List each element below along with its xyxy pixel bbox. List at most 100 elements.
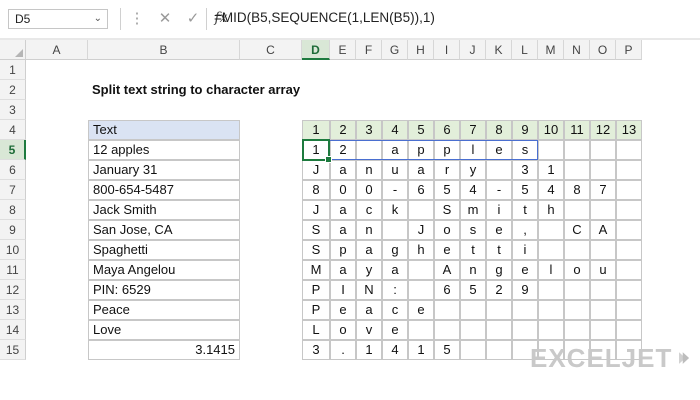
- output-cell[interactable]: S: [434, 200, 460, 220]
- output-cell[interactable]: 5: [434, 340, 460, 360]
- output-cell[interactable]: [564, 280, 590, 300]
- output-cell[interactable]: M: [302, 260, 330, 280]
- text-table-cell[interactable]: January 31: [88, 160, 240, 180]
- output-cell[interactable]: [408, 200, 434, 220]
- output-cell[interactable]: [616, 160, 642, 180]
- output-cell[interactable]: N: [356, 280, 382, 300]
- output-cell[interactable]: s: [512, 140, 538, 160]
- output-cell[interactable]: 8: [564, 180, 590, 200]
- output-header-cell[interactable]: 1: [302, 120, 330, 140]
- output-cell[interactable]: C: [564, 220, 590, 240]
- output-cell[interactable]: [590, 300, 616, 320]
- output-cell[interactable]: [616, 280, 642, 300]
- output-cell[interactable]: [564, 140, 590, 160]
- output-header-cell[interactable]: 2: [330, 120, 356, 140]
- row-header-3[interactable]: 3: [0, 100, 26, 120]
- output-cell[interactable]: [616, 320, 642, 340]
- output-header-cell[interactable]: 6: [434, 120, 460, 140]
- cancel-icon[interactable]: ✕: [156, 9, 174, 27]
- text-table-cell[interactable]: 800-654-5487: [88, 180, 240, 200]
- output-cell[interactable]: l: [460, 140, 486, 160]
- output-cell[interactable]: s: [460, 220, 486, 240]
- output-cell[interactable]: [460, 300, 486, 320]
- output-cell[interactable]: o: [564, 260, 590, 280]
- output-cell[interactable]: e: [382, 320, 408, 340]
- output-cell[interactable]: 1: [408, 340, 434, 360]
- output-cell[interactable]: n: [460, 260, 486, 280]
- output-header-cell[interactable]: 12: [590, 120, 616, 140]
- row-header-13[interactable]: 13: [0, 300, 26, 320]
- output-cell[interactable]: 3: [512, 160, 538, 180]
- column-header-h[interactable]: H: [408, 40, 434, 60]
- output-cell[interactable]: S: [302, 220, 330, 240]
- output-cell[interactable]: [590, 140, 616, 160]
- output-cell[interactable]: [486, 160, 512, 180]
- enter-check-icon[interactable]: ✓: [184, 9, 202, 27]
- column-header-f[interactable]: F: [356, 40, 382, 60]
- output-cell[interactable]: 2: [486, 280, 512, 300]
- output-cell[interactable]: [538, 300, 564, 320]
- output-header-cell[interactable]: 3: [356, 120, 382, 140]
- output-cell[interactable]: L: [302, 320, 330, 340]
- row-header-8[interactable]: 8: [0, 200, 26, 220]
- output-cell[interactable]: [408, 280, 434, 300]
- output-cell[interactable]: [564, 160, 590, 180]
- output-cell[interactable]: [590, 160, 616, 180]
- row-header-10[interactable]: 10: [0, 240, 26, 260]
- output-cell[interactable]: e: [512, 260, 538, 280]
- column-header-m[interactable]: M: [538, 40, 564, 60]
- output-cell[interactable]: 1: [356, 340, 382, 360]
- output-cell[interactable]: [460, 340, 486, 360]
- select-all-corner[interactable]: [0, 40, 26, 60]
- output-cell[interactable]: [512, 320, 538, 340]
- output-cell[interactable]: y: [356, 260, 382, 280]
- column-header-c[interactable]: C: [240, 40, 302, 60]
- output-cell[interactable]: [486, 340, 512, 360]
- output-cell[interactable]: J: [408, 220, 434, 240]
- output-cell[interactable]: c: [356, 200, 382, 220]
- output-cell[interactable]: p: [434, 140, 460, 160]
- output-cell[interactable]: r: [434, 160, 460, 180]
- output-cell[interactable]: a: [330, 220, 356, 240]
- output-cell[interactable]: 4: [382, 340, 408, 360]
- output-header-cell[interactable]: 7: [460, 120, 486, 140]
- output-cell[interactable]: e: [408, 300, 434, 320]
- output-cell[interactable]: a: [382, 140, 408, 160]
- output-cell[interactable]: ,: [512, 220, 538, 240]
- output-cell[interactable]: v: [356, 320, 382, 340]
- column-header-i[interactable]: I: [434, 40, 460, 60]
- output-cell[interactable]: a: [382, 260, 408, 280]
- column-header-a[interactable]: A: [26, 40, 88, 60]
- row-header-6[interactable]: 6: [0, 160, 26, 180]
- output-cell[interactable]: i: [486, 200, 512, 220]
- output-cell[interactable]: m: [460, 200, 486, 220]
- output-cell[interactable]: [538, 140, 564, 160]
- output-cell[interactable]: [538, 240, 564, 260]
- output-cell[interactable]: [590, 240, 616, 260]
- output-cell[interactable]: [538, 320, 564, 340]
- column-header-b[interactable]: B: [88, 40, 240, 60]
- output-cell[interactable]: A: [590, 220, 616, 240]
- output-cell[interactable]: o: [330, 320, 356, 340]
- output-cell[interactable]: [434, 320, 460, 340]
- output-cell[interactable]: [616, 220, 642, 240]
- output-cell[interactable]: [356, 140, 382, 160]
- output-header-cell[interactable]: 13: [616, 120, 642, 140]
- text-table-cell[interactable]: Jack Smith: [88, 200, 240, 220]
- column-header-g[interactable]: G: [382, 40, 408, 60]
- text-table-cell[interactable]: 12 apples: [88, 140, 240, 160]
- output-cell[interactable]: J: [302, 200, 330, 220]
- output-cell[interactable]: [590, 200, 616, 220]
- output-cell[interactable]: -: [382, 180, 408, 200]
- output-cell[interactable]: [538, 220, 564, 240]
- row-header-5[interactable]: 5: [0, 140, 26, 160]
- output-cell[interactable]: 4: [538, 180, 564, 200]
- text-table-cell[interactable]: PIN: 6529: [88, 280, 240, 300]
- output-cell[interactable]: e: [434, 240, 460, 260]
- more-vertical-icon[interactable]: ⋮: [128, 9, 146, 27]
- output-cell[interactable]: o: [434, 220, 460, 240]
- output-cell[interactable]: I: [330, 280, 356, 300]
- output-cell[interactable]: 2: [330, 140, 356, 160]
- output-header-cell[interactable]: 9: [512, 120, 538, 140]
- output-cell[interactable]: [616, 300, 642, 320]
